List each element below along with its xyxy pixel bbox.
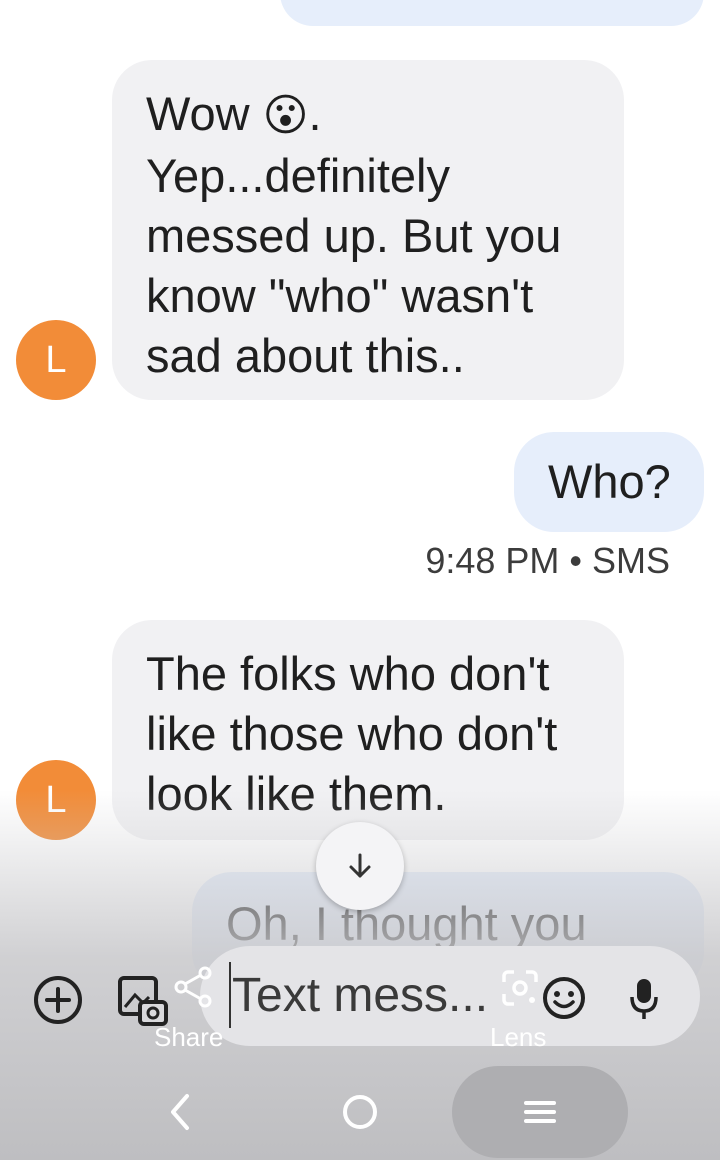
message-line: know "who" wasn't: [146, 269, 534, 322]
incoming-message-bubble[interactable]: Wow 😮. Yep...definitely messed up. But y…: [112, 60, 624, 400]
outgoing-message-bubble[interactable]: Who?: [514, 432, 704, 532]
avatar[interactable]: L: [16, 760, 96, 840]
gallery-button[interactable]: [116, 974, 170, 1028]
add-circle-icon: [34, 976, 82, 1024]
message-input-placeholder: Text mess...: [232, 969, 489, 1022]
message-timestamp: 9:48 PM • SMS: [425, 540, 670, 581]
lens-icon: [502, 970, 538, 1006]
emoji-button[interactable]: [540, 974, 588, 1022]
menu-icon: [524, 1101, 556, 1123]
arrow-down-icon: [349, 853, 371, 878]
home-button[interactable]: [338, 1090, 382, 1134]
menu-button[interactable]: [518, 1094, 562, 1130]
gallery-camera-icon: [118, 976, 168, 1026]
composer-bar: Share Text mess... Lens: [0, 940, 720, 1052]
text-caret: [229, 962, 231, 1028]
message-line: The folks who don't: [146, 647, 550, 700]
system-navigation-bar: [0, 1060, 720, 1160]
add-button[interactable]: [32, 974, 84, 1026]
mic-icon: [630, 979, 658, 1019]
avatar-initial: L: [45, 778, 67, 821]
share-label: Share: [154, 1022, 224, 1052]
lens-button[interactable]: [498, 966, 542, 1010]
avatar[interactable]: L: [16, 320, 96, 400]
home-icon: [343, 1095, 377, 1129]
astonished-face-emoji: 😮: [262, 91, 309, 140]
back-button[interactable]: [158, 1090, 202, 1134]
emoji-icon: [543, 977, 585, 1019]
voice-input-button[interactable]: [622, 974, 666, 1024]
share-icon: [174, 966, 212, 1008]
lens-label: Lens: [490, 1022, 547, 1052]
scroll-to-bottom-button[interactable]: [316, 822, 404, 910]
message-line: Wow 😮.: [146, 87, 322, 140]
back-icon: [171, 1094, 189, 1130]
message-line: messed up. But you: [146, 209, 562, 262]
message-line: like those who don't: [146, 707, 558, 760]
message-line: Yep...definitely: [146, 149, 450, 202]
outgoing-message-bubble-partial[interactable]: [280, 0, 704, 26]
message-text: Who?: [548, 455, 671, 508]
share-button[interactable]: [170, 964, 216, 1010]
avatar-initial: L: [45, 338, 67, 381]
message-line: look like them.: [146, 767, 447, 820]
message-line: sad about this..: [146, 329, 465, 382]
incoming-message-bubble[interactable]: The folks who don't like those who don't…: [112, 620, 624, 840]
